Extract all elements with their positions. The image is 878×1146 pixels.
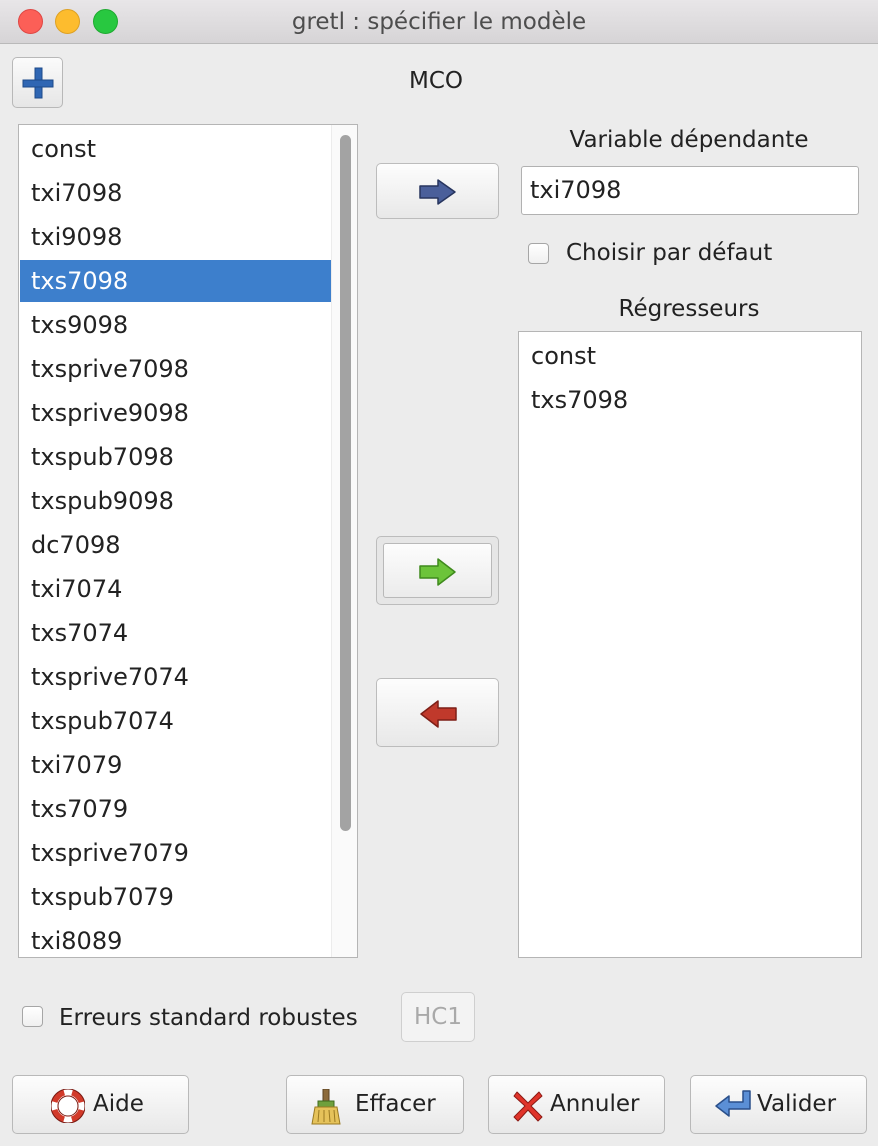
- variable-list[interactable]: txi8089 txspub7079 txsprive7079 txs7079 txi7…: [18, 124, 358, 958]
- clear-button[interactable]: Effacer: [286, 1075, 464, 1134]
- regressor-list-item[interactable]: const: [519, 334, 861, 378]
- lifebuoy-icon: [51, 1089, 85, 1123]
- title-bar: gretl : spécifier le modèle: [0, 0, 878, 44]
- add-regressor-button[interactable]: [376, 536, 499, 605]
- set-dependent-button[interactable]: [376, 163, 499, 219]
- variable-list-item[interactable]: const: [20, 128, 331, 170]
- regressors-label: Régresseurs: [618, 296, 760, 322]
- variable-list-item[interactable]: txi7074: [20, 568, 331, 610]
- variable-list-item[interactable]: txspub7079: [20, 876, 331, 918]
- help-button[interactable]: Aide: [12, 1075, 189, 1134]
- variable-list-item[interactable]: txsprive7079: [20, 832, 331, 874]
- return-arrow-icon: [715, 1090, 751, 1117]
- dependent-variable-field[interactable]: txi7098: [521, 166, 859, 215]
- dependent-variable-label: Variable dépendante: [569, 127, 809, 153]
- variable-list-scrollbar[interactable]: [331, 125, 357, 957]
- window-title: gretl : spécifier le modèle: [291, 9, 587, 35]
- arrow-left-red-icon: [420, 700, 457, 728]
- variable-list-item[interactable]: txsprive9098: [20, 392, 331, 434]
- scrollbar-thumb[interactable]: [340, 135, 351, 831]
- default-checkbox[interactable]: [528, 243, 549, 264]
- broom-icon: [311, 1089, 341, 1125]
- hc-variant-button[interactable]: HC1: [401, 992, 475, 1042]
- arrow-right-blue-icon: [419, 179, 456, 205]
- variable-list-item[interactable]: txspub7074: [20, 700, 331, 742]
- variable-list-item[interactable]: txs7079: [20, 788, 331, 830]
- variable-list-item[interactable]: txs9098: [20, 304, 331, 346]
- variable-list-item[interactable]: txspub7098: [20, 436, 331, 478]
- arrow-right-green-icon: [419, 558, 456, 586]
- variable-list-item[interactable]: dc7098: [20, 524, 331, 566]
- remove-regressor-button[interactable]: [376, 678, 499, 747]
- ok-button-label: Valider: [757, 1091, 837, 1117]
- variable-list-item[interactable]: txi8089: [20, 920, 331, 957]
- variable-list-item[interactable]: txsprive7098: [20, 348, 331, 390]
- variable-list-item[interactable]: txs7074: [20, 612, 331, 654]
- variable-list-item[interactable]: txi7079: [20, 744, 331, 786]
- variable-list-item[interactable]: txspub9098: [20, 480, 331, 522]
- red-x-icon: [513, 1091, 543, 1122]
- variable-list-item[interactable]: txsprive7074: [20, 656, 331, 698]
- regressors-list[interactable]: const txs7098: [518, 331, 862, 958]
- model-name: MCO: [408, 68, 463, 94]
- ok-button[interactable]: Valider: [690, 1075, 867, 1134]
- robust-errors-checkbox[interactable]: [22, 1006, 43, 1027]
- cancel-button-label: Annuler: [550, 1091, 640, 1117]
- help-button-label: Aide: [93, 1091, 144, 1117]
- robust-errors-label[interactable]: Erreurs standard robustes: [59, 1005, 358, 1031]
- variable-list-item[interactable]: txi7098: [20, 172, 331, 214]
- variable-list-item[interactable]: txi9098: [20, 216, 331, 258]
- cancel-button[interactable]: Annuler: [488, 1075, 665, 1134]
- regressor-list-item[interactable]: txs7098: [519, 378, 861, 422]
- default-checkbox-label[interactable]: Choisir par défaut: [566, 240, 772, 266]
- variable-list-item[interactable]: txs7098: [20, 260, 331, 302]
- clear-button-label: Effacer: [355, 1091, 436, 1117]
